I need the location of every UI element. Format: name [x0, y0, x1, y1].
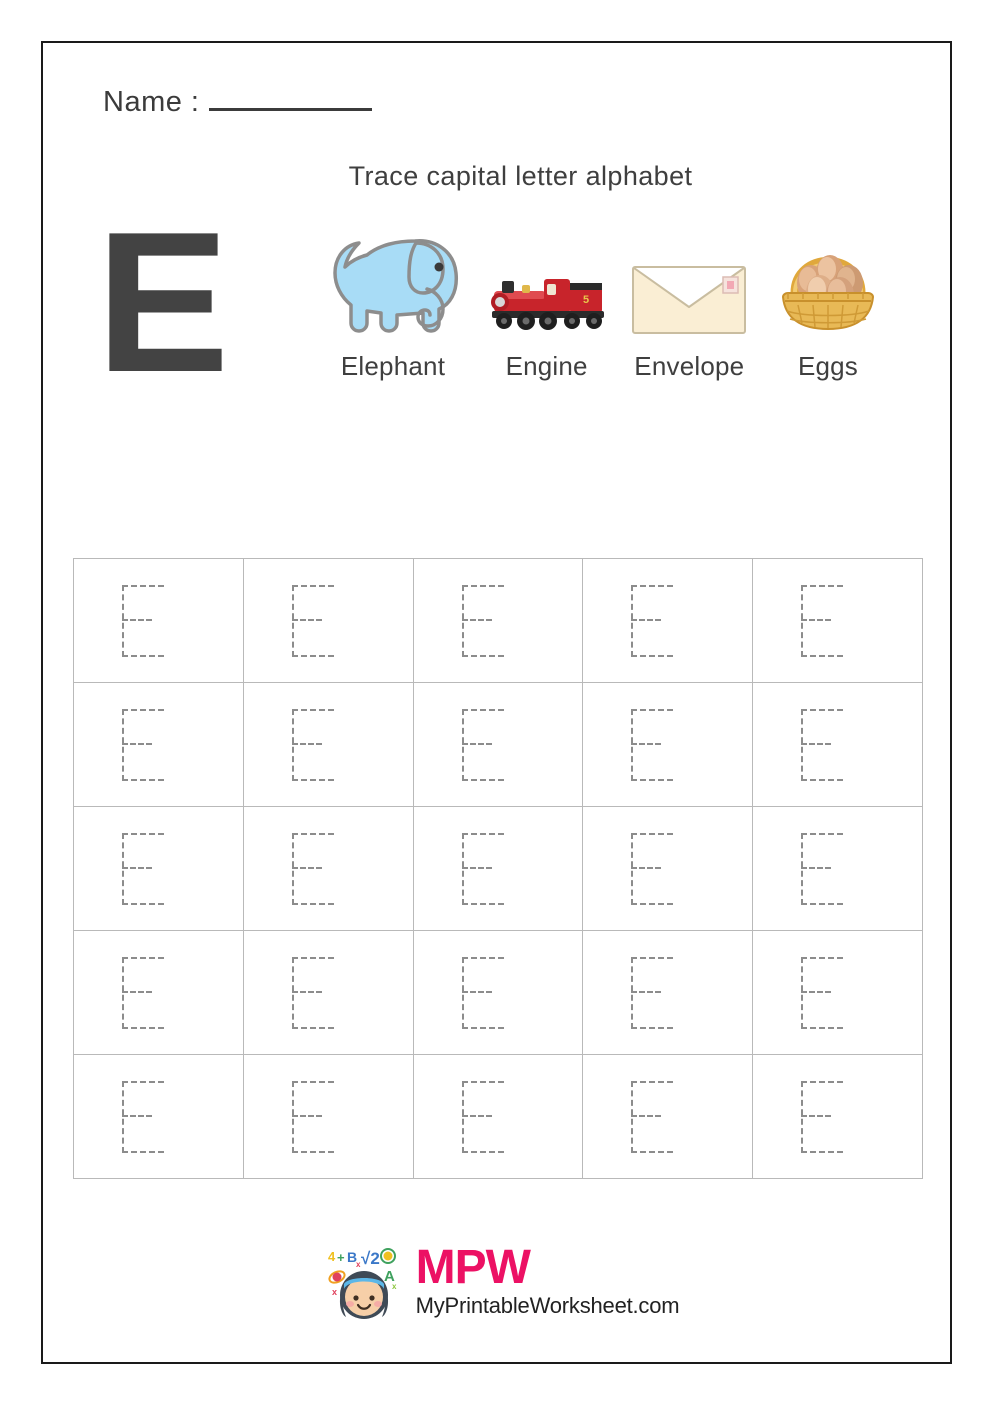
dotted-letter-e: [461, 833, 506, 905]
trace-cell[interactable]: [74, 683, 244, 807]
trace-cell[interactable]: [583, 1055, 754, 1179]
trace-cell[interactable]: [753, 683, 923, 807]
trace-cell[interactable]: [243, 931, 414, 1055]
picture-item-elephant: Elephant: [323, 225, 463, 382]
dotted-letter-e: [631, 1081, 675, 1153]
trace-cell[interactable]: [243, 559, 414, 683]
trace-cell[interactable]: [583, 807, 754, 931]
brand-logo[interactable]: 4 + B x √2 A x x MPW MyPrintableWorkshee…: [314, 1243, 680, 1321]
dotted-letter-e: [461, 957, 506, 1029]
trace-cell[interactable]: [74, 1055, 244, 1179]
dotted-letter-e: [801, 709, 845, 781]
picture-item-envelope: Envelope: [630, 225, 748, 382]
dotted-letter-e: [122, 833, 166, 905]
picture-item-engine: 5 Engine: [488, 225, 606, 382]
eggs-basket-icon: [773, 225, 883, 335]
footer-logo: 4 + B x √2 A x x MPW MyPrintableWorkshee…: [43, 1243, 950, 1321]
dotted-letter-e: [122, 585, 166, 657]
trace-cell[interactable]: [243, 807, 414, 931]
brand-website: MyPrintableWorksheet.com: [415, 1292, 680, 1318]
svg-text:+: +: [337, 1250, 345, 1265]
trace-row: [74, 1055, 923, 1179]
dotted-letter-e: [801, 833, 845, 905]
page-title: Trace capital letter alphabet: [348, 161, 693, 191]
dotted-letter-e: [291, 957, 336, 1029]
dotted-letter-e: [461, 1081, 506, 1153]
envelope-icon: [630, 225, 748, 335]
picture-strip: Elephant 5 Engine Envelope Eggs: [323, 225, 883, 382]
name-label: Name :: [103, 86, 200, 118]
dotted-letter-e: [631, 709, 675, 781]
picture-label-envelope: Envelope: [634, 351, 745, 381]
svg-text:4: 4: [328, 1249, 336, 1264]
trace-cell[interactable]: [753, 1055, 923, 1179]
picture-label-elephant: Elephant: [340, 351, 446, 381]
big-letter-display: E: [96, 191, 230, 414]
trace-cell[interactable]: [753, 559, 923, 683]
dotted-letter-e: [122, 709, 166, 781]
dotted-letter-e: [631, 957, 675, 1029]
mpw-mascot-icon: 4 + B x √2 A x x: [324, 1243, 408, 1321]
dotted-letter-e: [631, 833, 675, 905]
trace-cell[interactable]: [74, 931, 244, 1055]
name-input-blank[interactable]: [209, 88, 373, 111]
train-engine-icon: 5: [488, 225, 606, 335]
trace-cell[interactable]: [583, 931, 754, 1055]
trace-cell[interactable]: [413, 1055, 584, 1179]
brand-name: MPW: [415, 1241, 531, 1295]
trace-cell[interactable]: [74, 559, 244, 683]
trace-cell[interactable]: [583, 683, 754, 807]
dotted-letter-e: [291, 709, 336, 781]
dotted-letter-e: [801, 1081, 845, 1153]
picture-label-eggs: Eggs: [797, 351, 858, 381]
dotted-letter-e: [122, 957, 166, 1029]
svg-text:√2: √2: [361, 1249, 380, 1268]
trace-cell[interactable]: [243, 1055, 414, 1179]
svg-text:x: x: [332, 1287, 337, 1297]
svg-text:5: 5: [583, 294, 589, 306]
trace-cell[interactable]: [413, 683, 584, 807]
elephant-icon: [323, 225, 463, 335]
dotted-letter-e: [461, 585, 506, 657]
trace-cell[interactable]: [583, 559, 754, 683]
dotted-letter-e: [461, 709, 506, 781]
dotted-letter-e: [291, 833, 336, 905]
dotted-letter-e: [122, 1081, 166, 1153]
dotted-letter-e: [631, 585, 675, 657]
dotted-letter-e: [291, 585, 336, 657]
trace-cell[interactable]: [413, 559, 584, 683]
trace-cell[interactable]: [753, 931, 923, 1055]
dotted-letter-e: [801, 957, 845, 1029]
trace-cell[interactable]: [413, 931, 584, 1055]
trace-row: [74, 931, 923, 1055]
trace-row: [74, 683, 923, 807]
trace-cell[interactable]: [753, 807, 923, 931]
brand-text: MPW MyPrintableWorksheet.com: [415, 1241, 680, 1319]
dotted-letter-e: [291, 1081, 336, 1153]
worksheet-page: Name : Trace capital letter alphabet E E…: [41, 41, 952, 1364]
picture-item-eggs: Eggs: [773, 225, 883, 382]
svg-text:x: x: [392, 1282, 397, 1291]
trace-row: [74, 559, 923, 683]
trace-cell[interactable]: [243, 683, 414, 807]
trace-cell[interactable]: [413, 807, 584, 931]
picture-label-engine: Engine: [505, 351, 588, 381]
trace-grid: [73, 558, 923, 1179]
trace-row: [74, 807, 923, 931]
name-field-row: Name :: [103, 86, 373, 119]
letter-showcase: E Elephant 5 Engine Envelope Eggs: [43, 191, 950, 465]
trace-cell[interactable]: [74, 807, 244, 931]
dotted-letter-e: [801, 585, 845, 657]
